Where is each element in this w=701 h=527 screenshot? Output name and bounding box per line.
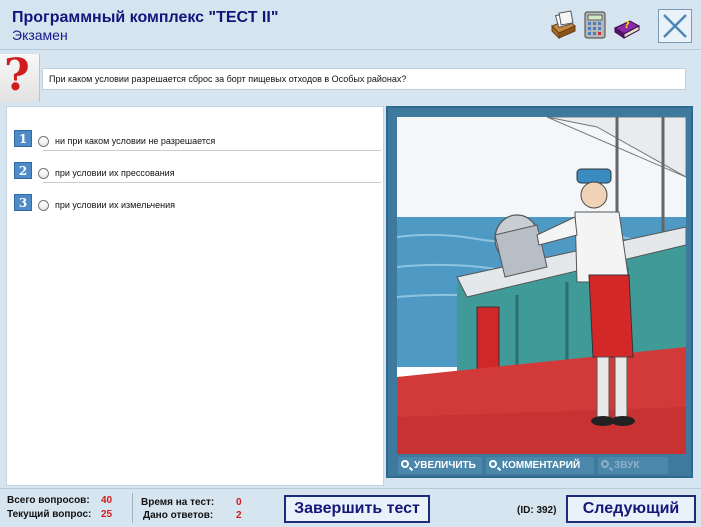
magnifier-icon — [401, 460, 409, 468]
zoom-button[interactable]: УВЕЛИЧИТЬ — [398, 457, 482, 474]
close-icon — [663, 14, 687, 38]
zoom-label: УВЕЛИЧИТЬ — [414, 460, 476, 471]
next-button[interactable]: Следующий — [566, 495, 696, 523]
comment-button[interactable]: КОММЕНТАРИЙ — [486, 457, 594, 474]
sound-label: ЗВУК — [614, 460, 640, 471]
question-text: При каком условии разрешается сброс за б… — [42, 68, 686, 90]
finish-test-button[interactable]: Завершить тест — [284, 495, 430, 523]
answer-radio[interactable] — [38, 168, 49, 179]
answer-number: 1 — [14, 130, 32, 147]
answers-given-value: 2 — [236, 510, 242, 521]
answer-text: при условии их измельчения — [55, 200, 175, 210]
answer-number: 3 — [14, 194, 32, 211]
answer-option-3[interactable]: 3 при условии их измельчения — [7, 181, 381, 213]
total-questions-value: 40 — [101, 495, 113, 506]
answer-number: 2 — [14, 162, 32, 179]
answer-option-1[interactable]: 1 ни при каком условии не разрешается — [7, 117, 381, 151]
close-button[interactable] — [658, 9, 692, 43]
question-mark-icon: ? — [0, 50, 40, 102]
header: Программный комплекс "ТЕСТ II" Экзамен ? — [0, 0, 701, 50]
footer-divider — [132, 493, 133, 523]
illustration-image — [397, 117, 686, 454]
sound-button: ЗВУК — [598, 457, 668, 474]
test-time-label: Время на тест: — [141, 497, 215, 508]
answers-panel: 1 ни при каком условии не разрешается 2 … — [6, 106, 384, 486]
answer-option-2[interactable]: 2 при условии их прессования — [7, 149, 381, 183]
status-footer: Всего вопросов: 40 Текущий вопрос: 25 Вр… — [0, 488, 701, 527]
magnifier-icon — [601, 460, 609, 468]
help-book-icon[interactable]: ? — [612, 10, 642, 40]
current-question-label: Текущий вопрос: — [7, 509, 92, 520]
comment-label: КОММЕНТАРИЙ — [502, 460, 581, 471]
answer-text: при условии их прессования — [55, 168, 175, 178]
question-id: (ID: 392) — [517, 505, 557, 516]
exam-window: Программный комплекс "ТЕСТ II" Экзамен ?… — [0, 0, 701, 527]
current-question-value: 25 — [101, 509, 113, 520]
app-subtitle: Экзамен — [12, 27, 68, 43]
illustration-controls: УВЕЛИЧИТЬ КОММЕНТАРИЙ ЗВУК — [388, 455, 691, 476]
answers-given-label: Дано ответов: — [143, 510, 214, 521]
magnifier-icon — [489, 460, 497, 468]
total-questions-label: Всего вопросов: — [7, 495, 90, 506]
illustration-panel: УВЕЛИЧИТЬ КОММЕНТАРИЙ ЗВУК — [386, 106, 693, 478]
answer-text: ни при каком условии не разрешается — [55, 136, 216, 146]
test-time-value: 0 — [236, 497, 242, 508]
answer-radio[interactable] — [38, 200, 49, 211]
question-bar: ? При каком условии разрешается сброс за… — [0, 50, 701, 104]
calculator-icon[interactable] — [580, 10, 610, 40]
answer-radio[interactable] — [38, 136, 49, 147]
svg-text:?: ? — [624, 20, 630, 31]
app-title: Программный комплекс "ТЕСТ II" — [12, 9, 279, 26]
card-file-icon[interactable] — [548, 10, 578, 40]
